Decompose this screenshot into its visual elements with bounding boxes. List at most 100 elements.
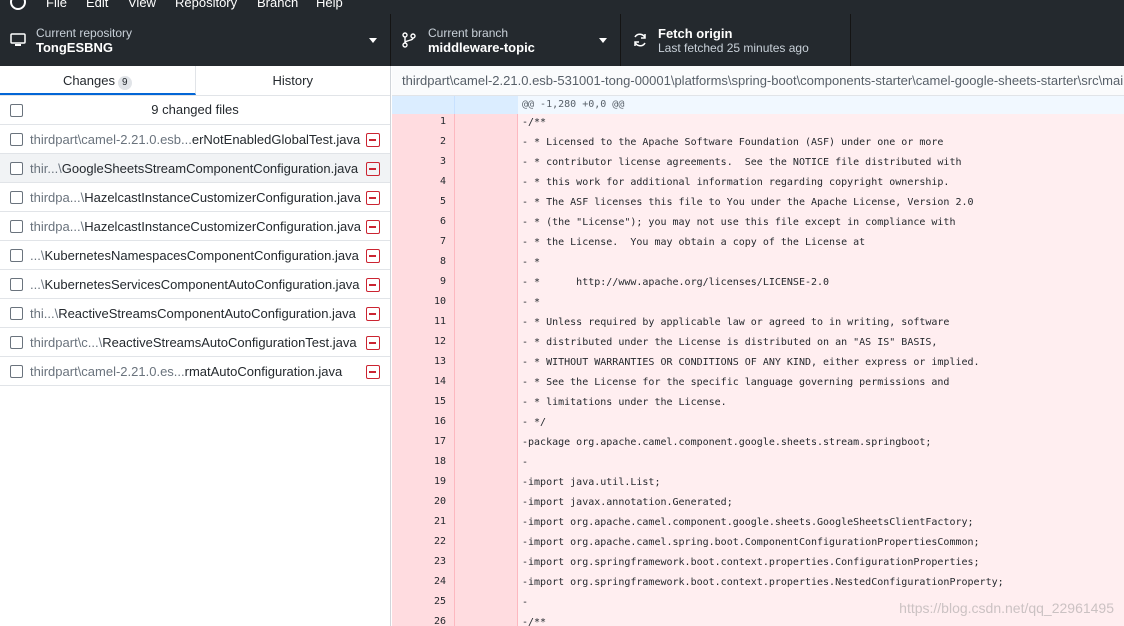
- old-line-number: 8: [392, 254, 455, 274]
- file-deleted-icon: [366, 162, 380, 176]
- old-line-number: 18: [392, 454, 455, 474]
- tab-changes[interactable]: Changes 9: [0, 66, 196, 95]
- old-line-number: 9: [392, 274, 455, 294]
- file-checkbox[interactable]: [10, 336, 23, 349]
- new-line-number: [455, 354, 518, 374]
- branch-selector[interactable]: Current branch middleware-topic: [392, 14, 621, 66]
- repository-name: TongESBNG: [36, 40, 114, 55]
- diff-line[interactable]: 16 - */: [392, 414, 1124, 434]
- watermark-text: https://blog.csdn.net/qq_22961495: [899, 600, 1114, 616]
- file-row[interactable]: ...\KubernetesNamespacesComponentConfigu…: [0, 241, 390, 270]
- old-line-number: 5: [392, 194, 455, 214]
- diff-line[interactable]: 13 - * WITHOUT WARRANTIES OR CONDITIONS O…: [392, 354, 1124, 374]
- file-row[interactable]: thi...\ReactiveStreamsComponentAutoConfi…: [0, 299, 390, 328]
- last-fetched-text: Last fetched 25 minutes ago: [658, 41, 809, 55]
- diff-line[interactable]: 12 - * distributed under the License is d…: [392, 334, 1124, 354]
- file-path: thi...\ReactiveStreamsComponentAutoConfi…: [30, 306, 356, 321]
- diff-line-code: -import java.util.List;: [522, 477, 661, 488]
- new-line-number: [455, 374, 518, 394]
- diff-line[interactable]: 14 - * See the License for the specific l…: [392, 374, 1124, 394]
- diff-line-code: - * the License. You may obtain a copy o…: [522, 237, 866, 248]
- file-checkbox[interactable]: [10, 307, 23, 320]
- old-line-number: 12: [392, 334, 455, 354]
- file-path-prefix: ...\: [30, 248, 45, 263]
- file-row[interactable]: thirdpart\c...\ReactiveStreamsAutoConfig…: [0, 328, 390, 357]
- diff-line[interactable]: 10 - *: [392, 294, 1124, 314]
- diff-line[interactable]: 22 -import org.apache.camel.spring.boot.C…: [392, 534, 1124, 554]
- file-path: thirdpart\camel-2.21.0.esb...erNotEnable…: [30, 132, 360, 147]
- diff-line[interactable]: 11 - * Unless required by applicable law …: [392, 314, 1124, 334]
- file-row[interactable]: thirdpa...\HazelcastInstanceCustomizerCo…: [0, 212, 390, 241]
- diff-line[interactable]: 23 -import org.springframework.boot.conte…: [392, 554, 1124, 574]
- diff-line[interactable]: 5 - * The ASF licenses this file to You u…: [392, 194, 1124, 214]
- menu-file[interactable]: File: [46, 0, 67, 11]
- diff-line[interactable]: 9 - * http://www.apache.org/licenses/LICE…: [392, 274, 1124, 294]
- diff-line[interactable]: 7 - * the License. You may obtain a copy …: [392, 234, 1124, 254]
- new-line-number: [455, 594, 518, 614]
- old-line-number: 22: [392, 534, 455, 554]
- diff-line[interactable]: 18 -: [392, 454, 1124, 474]
- file-deleted-icon: [366, 278, 380, 292]
- menu-bar: File Edit View Repository Branch Help: [0, 0, 1124, 14]
- diff-line[interactable]: 3 - * contributor license agreements. See…: [392, 154, 1124, 174]
- fetch-origin-button[interactable]: Fetch origin Last fetched 25 minutes ago: [622, 14, 851, 66]
- file-row[interactable]: thirdpart\camel-2.21.0.esb...erNotEnable…: [0, 125, 390, 154]
- file-checkbox[interactable]: [10, 249, 23, 262]
- diff-line[interactable]: 8 - *: [392, 254, 1124, 274]
- file-row[interactable]: thirdpart\camel-2.21.0.es...rmatAutoConf…: [0, 357, 390, 386]
- file-row[interactable]: thir...\GoogleSheetsStreamComponentConfi…: [0, 154, 390, 183]
- diff-line-code: - * See the License for the specific lan…: [522, 377, 950, 388]
- old-line-number: 15: [392, 394, 455, 414]
- repository-selector[interactable]: Current repository TongESBNG: [0, 14, 391, 66]
- old-line-number: 16: [392, 414, 455, 434]
- file-checkbox[interactable]: [10, 278, 23, 291]
- file-checkbox[interactable]: [10, 191, 23, 204]
- tab-history[interactable]: History: [196, 66, 391, 95]
- diff-line[interactable]: 2 - * Licensed to the Apache Software Fou…: [392, 134, 1124, 154]
- diff-line[interactable]: 17 -package org.apache.camel.component.go…: [392, 434, 1124, 454]
- file-path-prefix: thi...\: [30, 306, 59, 321]
- diff-line-code: - *: [522, 257, 541, 268]
- new-line-number: [455, 514, 518, 534]
- diff-line-code: -/**: [522, 617, 547, 626]
- file-name: ReactiveStreamsAutoConfigurationTest.jav…: [102, 335, 357, 350]
- file-checkbox[interactable]: [10, 365, 23, 378]
- diff-line-code: - * Licensed to the Apache Software Foun…: [522, 137, 944, 148]
- file-name: HazelcastInstanceCustomizerConfiguration…: [84, 190, 361, 205]
- menu-branch[interactable]: Branch: [257, 0, 298, 11]
- menu-view[interactable]: View: [128, 0, 156, 11]
- old-line-number: 17: [392, 434, 455, 454]
- diff-line-code: -import org.springframework.boot.context…: [522, 577, 1004, 588]
- repository-label: Current repository: [36, 26, 133, 40]
- diff-line-code: -import org.apache.camel.component.googl…: [522, 517, 974, 528]
- sidebar-tabs: Changes 9 History: [0, 66, 390, 96]
- file-path: thirdpa...\HazelcastInstanceCustomizerCo…: [30, 190, 361, 205]
- file-checkbox[interactable]: [10, 162, 23, 175]
- file-path: thir...\GoogleSheetsStreamComponentConfi…: [30, 161, 358, 176]
- file-path: thirdpart\c...\ReactiveStreamsAutoConfig…: [30, 335, 357, 350]
- file-name: KubernetesNamespacesComponentConfigurati…: [44, 248, 359, 263]
- changed-files-count: 9 changed files: [151, 102, 239, 117]
- diff-line[interactable]: 20 -import javax.annotation.Generated;: [392, 494, 1124, 514]
- diff-line[interactable]: 6 - * (the "License"); you may not use th…: [392, 214, 1124, 234]
- diff-view: @@ -1,280 +0,0 @@ 1 -/** 2 - * Licensed to …: [392, 96, 1124, 626]
- old-line-number: 13: [392, 354, 455, 374]
- file-checkbox[interactable]: [10, 220, 23, 233]
- diff-line[interactable]: 24 -import org.springframework.boot.conte…: [392, 574, 1124, 594]
- old-line-number: 25: [392, 594, 455, 614]
- diff-line[interactable]: 15 - * limitations under the License.: [392, 394, 1124, 414]
- new-line-number: [455, 134, 518, 154]
- menu-repository[interactable]: Repository: [175, 0, 237, 11]
- menu-edit[interactable]: Edit: [86, 0, 108, 11]
- diff-line-code: -import org.apache.camel.spring.boot.Com…: [522, 537, 980, 548]
- diff-line[interactable]: 19 -import java.util.List;: [392, 474, 1124, 494]
- menu-help[interactable]: Help: [316, 0, 343, 11]
- file-row[interactable]: thirdpa...\HazelcastInstanceCustomizerCo…: [0, 183, 390, 212]
- diff-line[interactable]: 4 - * this work for additional informatio…: [392, 174, 1124, 194]
- diff-line[interactable]: 21 -import org.apache.camel.component.goo…: [392, 514, 1124, 534]
- file-row[interactable]: ...\KubernetesServicesComponentAutoConfi…: [0, 270, 390, 299]
- new-line-number: [455, 574, 518, 594]
- diff-line[interactable]: 1 -/**: [392, 114, 1124, 134]
- tab-history-label: History: [272, 73, 313, 88]
- file-checkbox[interactable]: [10, 133, 23, 146]
